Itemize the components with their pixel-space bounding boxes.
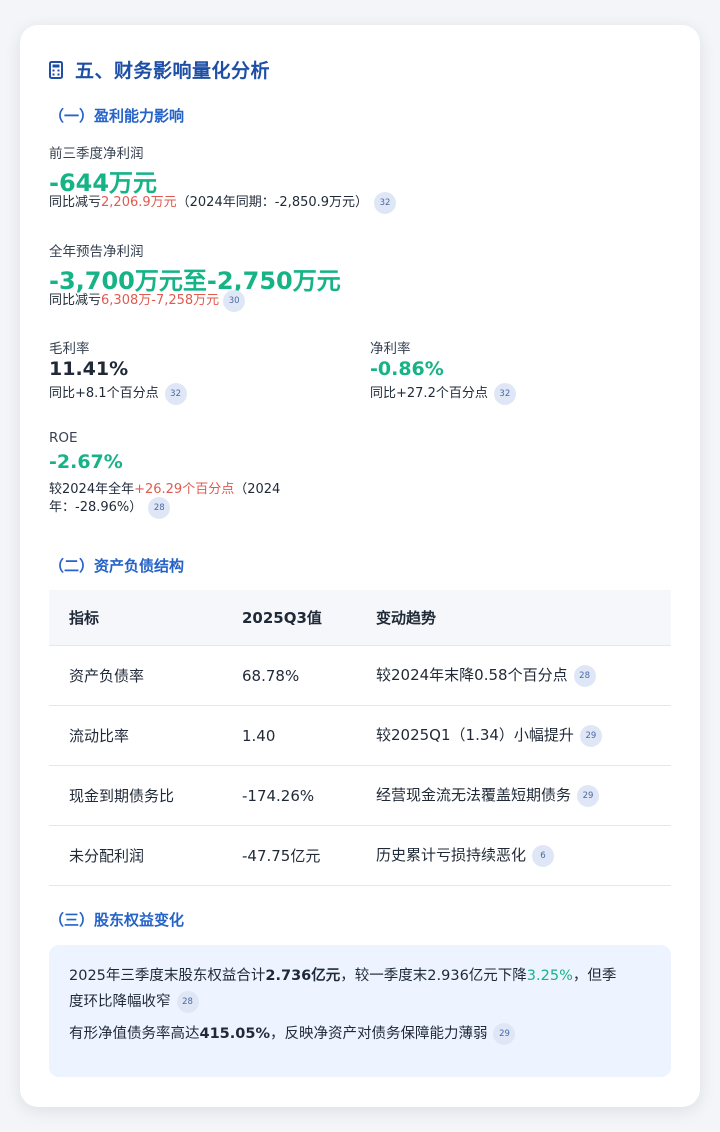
section-header: 五、财务影响量化分析: [49, 56, 270, 83]
net-margin-label: 净利率: [370, 341, 411, 357]
text-span: 有形净值债务率高达: [69, 1026, 200, 1042]
roe-value: -2.67%: [49, 451, 123, 473]
column-header: 变动趋势: [356, 590, 671, 646]
trend-cell: 较2024年末降0.58个百分点 28: [356, 645, 671, 706]
note-highlight: +26.29个百分点: [134, 482, 235, 497]
value-cell: 68.78%: [222, 645, 356, 706]
value-cell: 1.40: [222, 705, 356, 766]
citation-badge[interactable]: 30: [223, 289, 246, 312]
balance-heading: （二）资产负债结构: [49, 557, 185, 575]
trend-text: 经营现金流无法覆盖短期债务: [376, 786, 572, 805]
table-row: 未分配利润 -47.75亿元 历史累计亏损持续恶化 6: [49, 825, 671, 886]
equity-summary-box: 2025年三季度末股东权益合计2.736亿元，较一季度末2.936亿元下降3.2…: [49, 945, 671, 1077]
note-highlight: 2,206.9万元: [101, 195, 177, 210]
gross-margin-value: 11.41%: [49, 358, 129, 380]
text-span: 度环比降幅收窄: [69, 994, 171, 1010]
trend-cell: 较2025Q1（1.34）小幅提升 29: [356, 705, 671, 766]
citation-badge[interactable]: 6: [532, 844, 555, 867]
net-margin-value: -0.86%: [370, 358, 444, 380]
value-cell: -47.75亿元: [222, 825, 356, 886]
metric-cell: 现金到期债务比: [49, 765, 222, 826]
note-text: 同比+27.2个百分点: [370, 386, 488, 401]
roe-note-line1: 较2024年全年+26.29个百分点（2024: [49, 478, 280, 497]
q3-net-profit-note: 同比减亏2,206.9万元（2024年同期：-2,850.9万元） 32: [49, 191, 397, 214]
metric-cell: 未分配利润: [49, 825, 222, 886]
net-margin-note: 同比+27.2个百分点 32: [370, 382, 516, 405]
gross-margin-label: 毛利率: [49, 341, 90, 357]
full-year-note: 同比减亏6,308万-7,258万元 30: [49, 289, 246, 312]
value-cell: -174.26%: [222, 765, 356, 826]
note-prefix: 同比减亏: [49, 195, 102, 210]
note-prefix: 较2024年全年: [49, 482, 135, 497]
metric-cell: 流动比率: [49, 705, 222, 766]
bold-value: 415.05%: [199, 1026, 270, 1042]
equity-paragraph-2: 有形净值债务率高达415.05%，反映净资产对债务保障能力薄弱 29: [69, 1021, 653, 1047]
column-header: 指标: [49, 590, 222, 646]
equity-heading: （三）股东权益变化: [49, 911, 185, 929]
note-prefix: 同比减亏: [49, 293, 102, 308]
citation-badge[interactable]: 28: [176, 991, 199, 1013]
citation-badge[interactable]: 29: [579, 724, 602, 747]
q3-net-profit-label: 前三季度净利润: [49, 146, 144, 162]
trend-cell: 历史累计亏损持续恶化 6: [356, 825, 671, 886]
note-text: 同比+8.1个百分点: [49, 386, 159, 401]
balance-table: 指标 2025Q3值 变动趋势 资产负债率 68.78% 较2024年末降0.5…: [49, 590, 671, 886]
table-row: 现金到期债务比 -174.26% 经营现金流无法覆盖短期债务 29: [49, 765, 671, 826]
trend-cell: 经营现金流无法覆盖短期债务 29: [356, 765, 671, 826]
note-suffix: 年：-28.96%）: [49, 500, 143, 515]
citation-badge[interactable]: 28: [148, 496, 171, 519]
page-title: 五、财务影响量化分析: [75, 60, 271, 82]
note-suffix: （2024年同期：-2,850.9万元）: [176, 195, 369, 210]
trend-text: 较2024年末降0.58个百分点: [376, 666, 568, 685]
table-header-row: 指标 2025Q3值 变动趋势: [49, 590, 671, 646]
citation-badge[interactable]: 29: [493, 1023, 516, 1045]
text-span: ，较一季度末2.936亿元下降: [340, 968, 527, 984]
citation-badge[interactable]: 32: [374, 191, 397, 214]
citation-badge[interactable]: 29: [577, 784, 600, 807]
citation-badge[interactable]: 32: [493, 382, 516, 405]
roe-label: ROE: [49, 430, 78, 446]
text-span: ，但季: [572, 968, 617, 984]
metric-cell: 资产负债率: [49, 645, 222, 706]
equity-paragraph-1: 2025年三季度末股东权益合计2.736亿元，较一季度末2.936亿元下降3.2…: [69, 963, 653, 1015]
percent-highlight: 3.25%: [526, 968, 573, 984]
full-year-label: 全年预告净利润: [49, 244, 144, 260]
note-highlight: 6,308万-7,258万元: [101, 293, 220, 308]
trend-text: 历史累计亏损持续恶化: [376, 846, 527, 865]
note-suffix: （2024: [234, 482, 281, 497]
trend-text: 较2025Q1（1.34）小幅提升: [376, 726, 574, 745]
profitability-heading: （一）盈利能力影响: [49, 107, 185, 125]
citation-badge[interactable]: 28: [573, 664, 596, 687]
citation-badge[interactable]: 32: [164, 382, 187, 405]
table-row: 资产负债率 68.78% 较2024年末降0.58个百分点 28: [49, 645, 671, 706]
analysis-card: 五、财务影响量化分析 （一）盈利能力影响 前三季度净利润 -644万元 同比减亏…: [20, 25, 700, 1107]
gross-margin-note: 同比+8.1个百分点 32: [49, 382, 187, 405]
column-header: 2025Q3值: [222, 590, 356, 646]
text-span: ，反映净资产对债务保障能力薄弱: [269, 1026, 488, 1042]
calculator-icon: [49, 60, 63, 79]
bold-value: 2.736亿元: [265, 968, 341, 984]
table-row: 流动比率 1.40 较2025Q1（1.34）小幅提升 29: [49, 705, 671, 766]
roe-note-line2: 年：-28.96%） 28: [49, 496, 171, 519]
text-span: 2025年三季度末股东权益合计: [69, 968, 266, 984]
